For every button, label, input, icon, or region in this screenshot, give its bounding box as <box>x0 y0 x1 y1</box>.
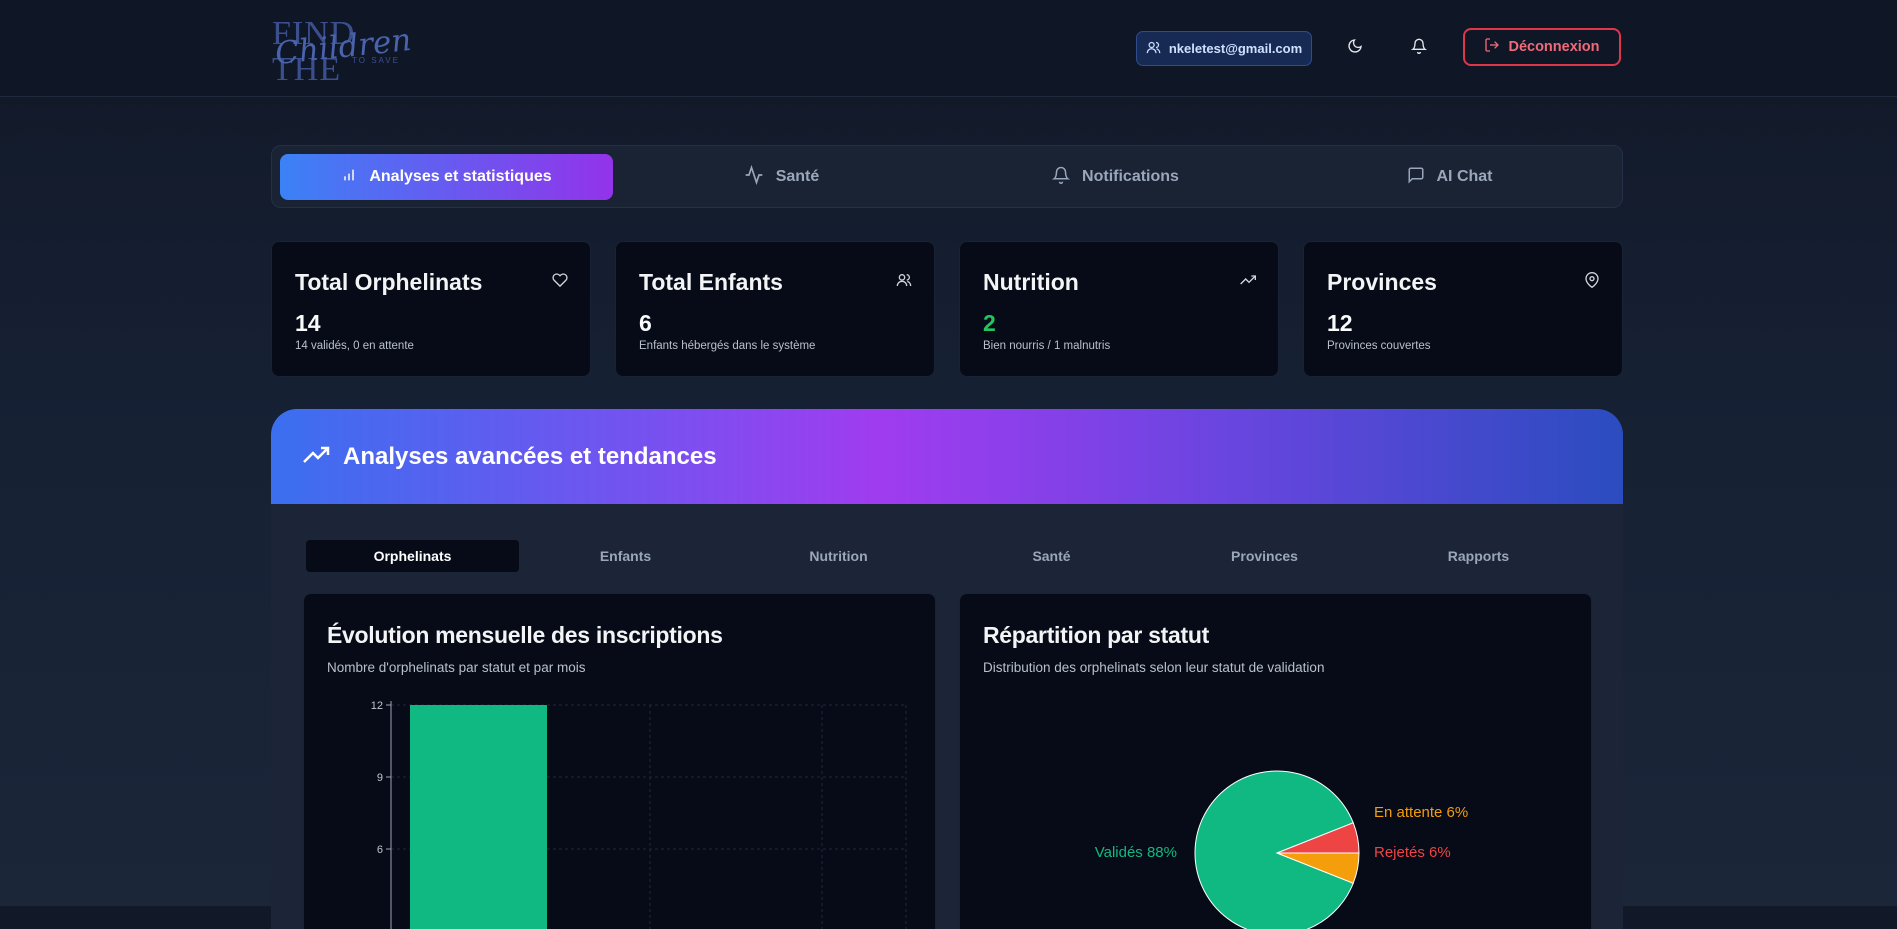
bar-chart-icon <box>341 167 357 188</box>
card-title: Total Enfants <box>639 269 783 295</box>
trending-up-icon <box>1240 272 1256 288</box>
theme-toggle-button[interactable] <box>1343 36 1367 60</box>
pie-slices <box>1194 770 1360 929</box>
pie-slice-label: Validés 88% <box>1095 844 1177 861</box>
users-icon <box>1146 40 1161 58</box>
subtab-rapports[interactable]: Rapports <box>1372 540 1585 572</box>
subtab-nutrition[interactable]: Nutrition <box>732 540 945 572</box>
tab-label: Notifications <box>1082 168 1179 185</box>
stat-card-orphelinats: Total Orphelinats 14 14 validés, 0 en at… <box>271 241 591 377</box>
subtab-orphelinats[interactable]: Orphelinats <box>306 540 519 572</box>
y-tick-label: 6 <box>377 844 383 856</box>
card-value: 6 <box>639 310 652 336</box>
stat-card-enfants: Total Enfants 6 Enfants hébergés dans le… <box>615 241 935 377</box>
y-tick-label: 12 <box>371 700 383 712</box>
bell-icon <box>1051 166 1071 189</box>
card-subtext: Enfants hébergés dans le système <box>639 340 816 352</box>
card-subtext: Provinces couvertes <box>1327 340 1431 352</box>
pie-chart: Validés 88% En attente 6% Rejetés 6% <box>1095 770 1468 929</box>
heart-icon <box>552 272 568 288</box>
bar-series <box>410 705 547 929</box>
top-header: FIND THE Children TO SAVE nkeletest@gmai… <box>0 0 1897 97</box>
logout-label: Déconnexion <box>1508 39 1600 55</box>
banner-title: Analyses avancées et tendances <box>343 443 717 470</box>
card-title: Provinces <box>1327 269 1437 295</box>
card-subtext: Bien nourris / 1 malnutris <box>983 340 1111 352</box>
logout-button[interactable]: Déconnexion <box>1463 28 1621 66</box>
pie-slice-label: Rejetés 6% <box>1374 844 1451 861</box>
tab-label: AI Chat <box>1436 168 1493 185</box>
logo[interactable]: FIND THE Children TO SAVE <box>270 16 415 88</box>
user-email: nkeletest@gmail.com <box>1168 41 1303 56</box>
y-axis: 6 9 12 <box>371 700 392 929</box>
bar-chart: 6 9 12 <box>371 700 907 929</box>
logout-icon <box>1484 37 1500 57</box>
card-title: Total Orphelinats <box>295 269 483 295</box>
y-tick-label: 9 <box>377 772 383 784</box>
map-pin-icon <box>1584 272 1600 289</box>
trending-up-icon <box>303 445 331 470</box>
stat-card-nutrition: Nutrition 2 Bien nourris / 1 malnutris <box>959 241 1279 377</box>
analytics-banner: Analyses avancées et tendances <box>271 409 1623 504</box>
tab-ai-chat[interactable]: AI Chat <box>1283 154 1616 200</box>
subtab-sante[interactable]: Santé <box>945 540 1158 572</box>
notifications-button[interactable] <box>1407 36 1431 60</box>
moon-icon <box>1347 38 1363 59</box>
subtab-provinces[interactable]: Provinces <box>1158 540 1371 572</box>
status-chart-card: Répartition par statut Distribution des … <box>959 593 1592 929</box>
monthly-chart-card: Évolution mensuelle des inscriptions Nom… <box>303 593 936 929</box>
pie-slice-label: En attente 6% <box>1374 804 1468 821</box>
activity-icon <box>744 164 764 190</box>
user-email-chip[interactable]: nkeletest@gmail.com <box>1136 31 1312 66</box>
message-icon <box>1407 166 1425 189</box>
card-value: 14 <box>295 310 321 336</box>
card-value: 2 <box>983 310 996 336</box>
subtab-enfants[interactable]: Enfants <box>519 540 732 572</box>
tab-notifications[interactable]: Notifications <box>949 154 1282 200</box>
tab-analyses[interactable]: Analyses et statistiques <box>280 154 613 200</box>
analytics-subtabs: Orphelinats Enfants Nutrition Santé Prov… <box>306 540 1591 574</box>
users-icon <box>896 272 912 288</box>
card-value: 12 <box>1327 310 1353 336</box>
card-subtext: 14 validés, 0 en attente <box>295 340 414 352</box>
analytics-panel: Analyses avancées et tendances Orphelina… <box>271 409 1623 929</box>
tab-label: Santé <box>775 168 820 185</box>
card-title: Nutrition <box>983 269 1079 295</box>
stat-card-provinces: Provinces 12 Provinces couvertes <box>1303 241 1623 377</box>
logo-text-to-save: TO SAVE <box>352 56 400 65</box>
bar[interactable] <box>410 705 547 929</box>
main-tabs: Analyses et statistiques Santé Notificat… <box>271 145 1623 208</box>
tab-label: Analyses et statistiques <box>369 168 552 185</box>
tab-sante[interactable]: Santé <box>615 154 948 200</box>
bell-icon <box>1410 38 1428 59</box>
